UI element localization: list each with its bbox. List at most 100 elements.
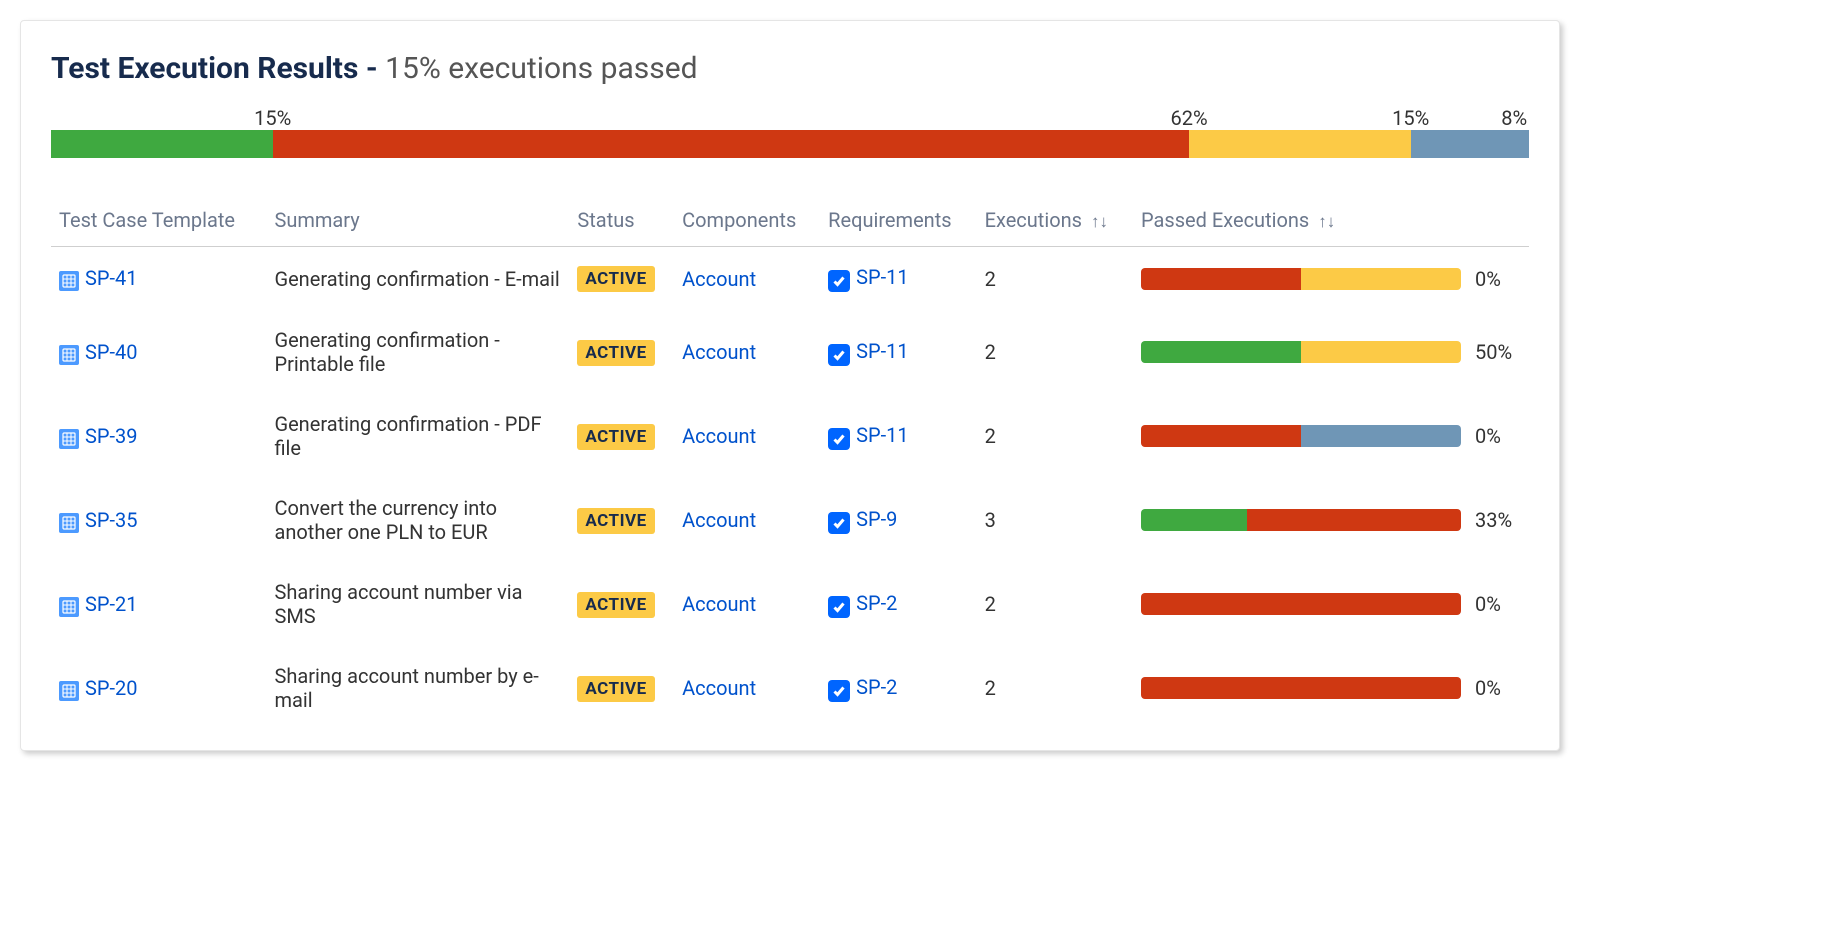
table-row: SP-41 Generating confirmation - E-mail ACT… bbox=[51, 247, 1529, 311]
test-case-icon bbox=[59, 345, 79, 365]
sort-icon: ↑↓ bbox=[1318, 212, 1335, 232]
overall-segment-label: 62% bbox=[1170, 106, 1207, 130]
col-summary[interactable]: Summary bbox=[266, 198, 569, 247]
summary-cell: Sharing account number via SMS bbox=[266, 562, 569, 646]
summary-cell: Generating confirmation - PDF file bbox=[266, 394, 569, 478]
row-passed-pct: 0% bbox=[1475, 592, 1521, 616]
summary-cell: Convert the currency into another one PL… bbox=[266, 478, 569, 562]
overall-progress-bar bbox=[51, 130, 1529, 158]
status-badge: ACTIVE bbox=[577, 508, 654, 534]
requirement-check-icon bbox=[828, 512, 850, 534]
overall-segment-label: 15% bbox=[254, 106, 291, 130]
component-link[interactable]: Account bbox=[682, 592, 756, 616]
col-components[interactable]: Components bbox=[674, 198, 820, 247]
col-status[interactable]: Status bbox=[569, 198, 674, 247]
status-badge: ACTIVE bbox=[577, 266, 654, 292]
row-progress-bar bbox=[1141, 268, 1461, 290]
row-segment-yellow bbox=[1301, 268, 1461, 290]
overall-segment-red bbox=[273, 130, 1189, 158]
component-link[interactable]: Account bbox=[682, 508, 756, 532]
table-row: SP-21 Sharing account number via SMS ACTIV… bbox=[51, 562, 1529, 646]
summary-cell: Generating confirmation - Printable file bbox=[266, 310, 569, 394]
table-row: SP-20 Sharing account number by e-mail ACT… bbox=[51, 646, 1529, 730]
test-case-link[interactable]: SP-35 bbox=[85, 508, 138, 532]
status-badge: ACTIVE bbox=[577, 340, 654, 366]
row-segment-red bbox=[1247, 509, 1461, 531]
test-case-icon bbox=[59, 429, 79, 449]
component-link[interactable]: Account bbox=[682, 424, 756, 448]
executions-count: 2 bbox=[977, 562, 1133, 646]
row-segment-red bbox=[1141, 268, 1301, 290]
card-title-row: Test Execution Results - 15% executions … bbox=[51, 51, 1529, 86]
col-template-label: Test Case Template bbox=[59, 208, 235, 232]
card-subtitle: 15% executions passed bbox=[385, 51, 697, 86]
requirement-link[interactable]: SP-2 bbox=[856, 675, 897, 699]
row-segment-red bbox=[1141, 677, 1461, 699]
col-requirements[interactable]: Requirements bbox=[820, 198, 976, 247]
test-case-link[interactable]: SP-20 bbox=[85, 676, 138, 700]
overall-segment-label: 15% bbox=[1392, 106, 1429, 130]
overall-progress-labels: 15%62%15%8% bbox=[51, 106, 1529, 130]
row-segment-green bbox=[1141, 509, 1247, 531]
col-passed[interactable]: Passed Executions ↑↓ bbox=[1133, 198, 1529, 247]
col-executions-label: Executions bbox=[985, 208, 1082, 232]
test-case-link[interactable]: SP-21 bbox=[85, 592, 138, 616]
row-passed-pct: 0% bbox=[1475, 676, 1521, 700]
status-badge: ACTIVE bbox=[577, 676, 654, 702]
summary-cell: Sharing account number by e-mail bbox=[266, 646, 569, 730]
card-title: Test Execution Results bbox=[51, 51, 358, 86]
row-passed-pct: 50% bbox=[1475, 340, 1521, 364]
row-progress-bar bbox=[1141, 509, 1461, 531]
row-passed-pct: 0% bbox=[1475, 267, 1521, 291]
overall-segment-green bbox=[51, 130, 273, 158]
row-segment-red bbox=[1141, 593, 1461, 615]
status-badge: ACTIVE bbox=[577, 424, 654, 450]
test-case-link[interactable]: SP-40 bbox=[85, 340, 138, 364]
component-link[interactable]: Account bbox=[682, 267, 756, 291]
row-segment-green bbox=[1141, 341, 1301, 363]
component-link[interactable]: Account bbox=[682, 676, 756, 700]
test-case-link[interactable]: SP-41 bbox=[85, 266, 138, 290]
results-table: Test Case Template Summary Status Compon… bbox=[51, 198, 1529, 730]
executions-count: 2 bbox=[977, 310, 1133, 394]
overall-segment-blue bbox=[1411, 130, 1529, 158]
requirement-link[interactable]: SP-2 bbox=[856, 591, 897, 615]
component-link[interactable]: Account bbox=[682, 340, 756, 364]
table-row: SP-40 Generating confirmation - Printable… bbox=[51, 310, 1529, 394]
summary-cell: Generating confirmation - E-mail bbox=[266, 247, 569, 311]
test-case-link[interactable]: SP-39 bbox=[85, 424, 138, 448]
row-segment-yellow bbox=[1301, 341, 1461, 363]
test-case-icon bbox=[59, 271, 79, 291]
requirement-check-icon bbox=[828, 680, 850, 702]
col-components-label: Components bbox=[682, 208, 796, 232]
col-executions[interactable]: Executions ↑↓ bbox=[977, 198, 1133, 247]
col-template[interactable]: Test Case Template bbox=[51, 198, 266, 247]
col-status-label: Status bbox=[577, 208, 634, 232]
col-passed-label: Passed Executions bbox=[1141, 208, 1309, 232]
test-case-icon bbox=[59, 681, 79, 701]
executions-count: 2 bbox=[977, 394, 1133, 478]
table-row: SP-39 Generating confirmation - PDF file A… bbox=[51, 394, 1529, 478]
requirement-check-icon bbox=[828, 428, 850, 450]
row-segment-blue bbox=[1301, 425, 1461, 447]
status-badge: ACTIVE bbox=[577, 592, 654, 618]
executions-count: 3 bbox=[977, 478, 1133, 562]
requirement-check-icon bbox=[828, 596, 850, 618]
executions-count: 2 bbox=[977, 247, 1133, 311]
requirement-check-icon bbox=[828, 270, 850, 292]
requirement-link[interactable]: SP-11 bbox=[856, 423, 909, 447]
test-case-icon bbox=[59, 513, 79, 533]
overall-segment-yellow bbox=[1189, 130, 1411, 158]
overall-progress: 15%62%15%8% bbox=[51, 106, 1529, 158]
requirement-link[interactable]: SP-9 bbox=[856, 507, 897, 531]
test-case-icon bbox=[59, 597, 79, 617]
row-segment-red bbox=[1141, 425, 1301, 447]
executions-count: 2 bbox=[977, 646, 1133, 730]
requirement-link[interactable]: SP-11 bbox=[856, 339, 909, 363]
table-row: SP-35 Convert the currency into another o… bbox=[51, 478, 1529, 562]
row-progress-bar bbox=[1141, 677, 1461, 699]
requirement-link[interactable]: SP-11 bbox=[856, 265, 909, 289]
title-separator: - bbox=[366, 51, 385, 86]
row-passed-pct: 33% bbox=[1475, 508, 1521, 532]
col-requirements-label: Requirements bbox=[828, 208, 951, 232]
